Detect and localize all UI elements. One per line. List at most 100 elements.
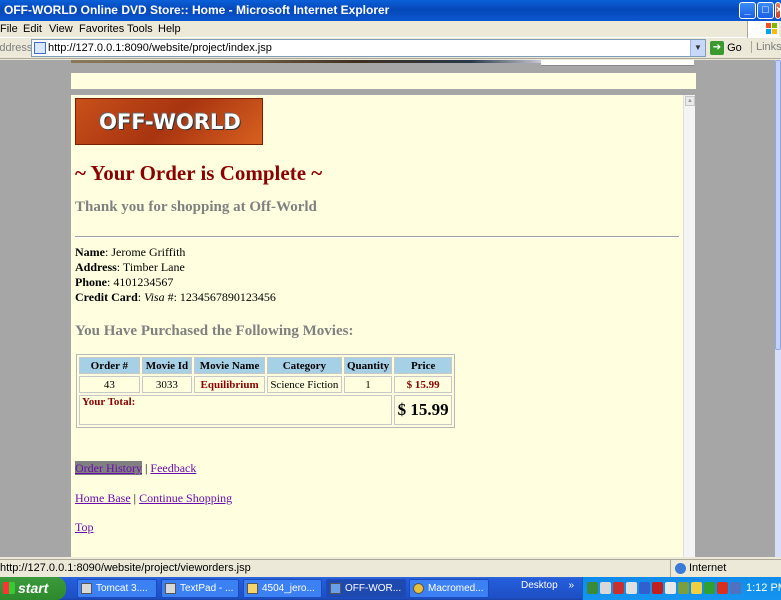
- task-folder[interactable]: 4504_jero...: [243, 579, 322, 598]
- textpad-icon: [165, 583, 176, 594]
- total-label: Your Total:: [79, 395, 393, 425]
- card-type: Visa: [144, 290, 165, 304]
- total-row: Your Total: $ 15.99: [79, 395, 452, 425]
- menu-view[interactable]: View: [49, 23, 73, 35]
- task-label: Tomcat 3....: [96, 583, 148, 594]
- menu-file[interactable]: File: [0, 23, 18, 35]
- continue-shopping-link[interactable]: Continue Shopping: [139, 491, 232, 505]
- page-icon: [34, 42, 46, 54]
- cell-order-number: 43: [79, 376, 140, 393]
- close-button[interactable]: ×: [775, 2, 781, 19]
- window-title: OFF-WORLD Online DVD Store:: Home - Micr…: [4, 3, 390, 17]
- tray-icon[interactable]: [730, 582, 741, 594]
- cell-movie-name: Equilibrium: [194, 376, 265, 393]
- order-frame: OFF-WORLD ~ Your Order is Complete ~ Tha…: [71, 95, 683, 557]
- cell-price: $ 15.99: [394, 376, 452, 393]
- zone-label: Internet: [689, 562, 727, 574]
- customer-name: Jerome Griffith: [111, 245, 186, 259]
- tray-icon[interactable]: [665, 582, 676, 594]
- taskbar: start Tomcat 3.... TextPad - ... 4504_je…: [0, 577, 781, 600]
- menu-help[interactable]: Help: [158, 23, 181, 35]
- links-button[interactable]: Links: [751, 41, 781, 53]
- scrollbar-thumb[interactable]: [775, 60, 781, 350]
- account-links: Order History | Feedback: [75, 461, 196, 476]
- task-label: Macromed...: [428, 583, 484, 594]
- link-separator: |: [144, 461, 148, 475]
- tray-icon[interactable]: [600, 582, 611, 594]
- top-white-panel: [541, 60, 694, 66]
- task-macromedia[interactable]: Macromed...: [409, 579, 489, 598]
- customer-address: Timber Lane: [122, 260, 185, 274]
- task-textpad[interactable]: TextPad - ...: [161, 579, 239, 598]
- chevron-down-icon[interactable]: ▼: [690, 40, 705, 56]
- tray-icon[interactable]: [613, 582, 624, 594]
- scroll-up-icon[interactable]: ▲: [685, 96, 695, 106]
- tray-icon[interactable]: [678, 582, 689, 594]
- purchased-heading: You Have Purchased the Following Movies:: [75, 323, 354, 339]
- menu-edit[interactable]: Edit: [23, 23, 42, 35]
- tray-icon[interactable]: [652, 582, 663, 594]
- address-input[interactable]: http://127.0.0.1:8090/website/project/in…: [31, 39, 706, 57]
- window-scrollbar[interactable]: [775, 60, 781, 557]
- customer-details: Name: Jerome Griffith Address: Timber La…: [75, 245, 276, 305]
- tray-icon[interactable]: [704, 582, 715, 594]
- top-link-row: Top: [75, 520, 94, 535]
- security-zone: Internet: [670, 560, 781, 578]
- minimize-button[interactable]: _: [739, 2, 756, 19]
- address-field-label: Address: [75, 260, 117, 274]
- cell-category: Science Fiction: [266, 376, 342, 393]
- top-cream-bar: [71, 73, 696, 89]
- menu-favorites[interactable]: Favorites: [79, 23, 124, 35]
- card-number: #: 1234567890123456: [167, 290, 276, 304]
- header-quantity: Quantity: [343, 357, 393, 374]
- task-tomcat[interactable]: Tomcat 3....: [77, 579, 157, 598]
- clock: 1:12 PM: [746, 582, 781, 594]
- order-history-link[interactable]: Order History: [75, 461, 142, 475]
- table-header-row: Order # Movie Id Movie Name Category Qua…: [79, 357, 452, 374]
- link-separator: |: [133, 491, 137, 505]
- customer-address-row: Address: Timber Lane: [75, 260, 185, 274]
- maximize-button[interactable]: □: [757, 2, 774, 19]
- orders-table: Order # Movie Id Movie Name Category Qua…: [76, 354, 455, 428]
- logo-text: OFF-WORLD: [99, 110, 241, 134]
- task-label: TextPad - ...: [180, 583, 234, 594]
- address-bar: Address http://127.0.0.1:8090/website/pr…: [0, 38, 781, 59]
- tray-icon[interactable]: [639, 582, 650, 594]
- credit-card-label: Credit Card: [75, 290, 138, 304]
- header-movie-name: Movie Name: [194, 357, 265, 374]
- menu-tools[interactable]: Tools: [127, 23, 153, 35]
- top-link[interactable]: Top: [75, 520, 94, 534]
- credit-card-row: Credit Card: Visa #: 1234567890123456: [75, 290, 276, 304]
- mail-icon[interactable]: [717, 582, 728, 594]
- shopping-links: Home Base | Continue Shopping: [75, 491, 232, 506]
- home-base-link[interactable]: Home Base: [75, 491, 131, 505]
- page-title: ~ Your Order is Complete ~: [75, 161, 323, 185]
- cell-movie-id: 3033: [141, 376, 193, 393]
- header-category: Category: [266, 357, 342, 374]
- header-price: Price: [394, 357, 452, 374]
- status-url: http://127.0.0.1:8090/website/project/vi…: [0, 562, 251, 574]
- header-order-number: Order #: [79, 357, 140, 374]
- windows-flag-icon: [3, 582, 15, 594]
- desktop-toolbar[interactable]: Desktop »: [497, 580, 574, 591]
- divider: [75, 236, 679, 238]
- tray-icon[interactable]: [626, 582, 637, 594]
- frame-scrollbar[interactable]: ▲: [683, 95, 695, 557]
- tray-icon[interactable]: [691, 582, 702, 594]
- system-tray: 1:12 PM: [582, 577, 781, 600]
- windows-logo-icon: [747, 21, 779, 38]
- toolbar-chevron[interactable]: »: [568, 580, 574, 591]
- feedback-link[interactable]: Feedback: [150, 461, 196, 475]
- folder-icon: [247, 583, 258, 594]
- go-label: Go: [727, 41, 742, 54]
- tray-icon[interactable]: [587, 582, 598, 594]
- start-label: start: [18, 580, 49, 596]
- desktop-label: Desktop: [521, 580, 558, 591]
- title-bar: OFF-WORLD Online DVD Store:: Home - Micr…: [0, 0, 781, 21]
- go-arrow-icon: ➔: [710, 41, 724, 55]
- go-button[interactable]: ➔ Go: [710, 41, 742, 55]
- globe-icon: [675, 562, 686, 574]
- task-off-world[interactable]: OFF-WOR...: [326, 579, 406, 598]
- console-icon: [81, 583, 92, 594]
- start-button[interactable]: start: [0, 577, 66, 600]
